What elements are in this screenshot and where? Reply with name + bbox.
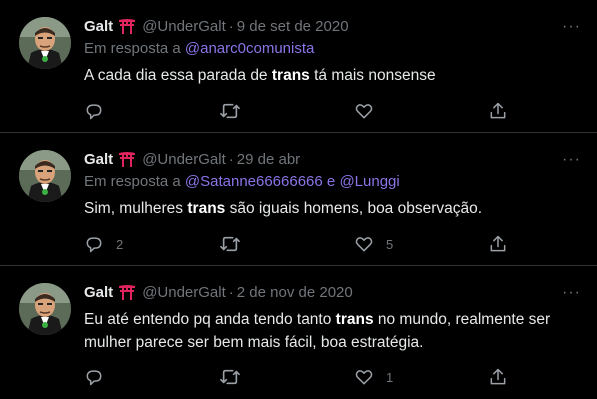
like-icon bbox=[355, 237, 373, 252]
avatar[interactable] bbox=[19, 150, 71, 202]
retweet-icon bbox=[220, 236, 240, 252]
tweet[interactable]: Galt @UnderGalt · 2 de nov de 2020 ··· E… bbox=[0, 266, 597, 399]
retweet-button[interactable] bbox=[219, 367, 253, 387]
tweet-text-highlight: trans bbox=[335, 311, 374, 328]
more-icon[interactable]: ··· bbox=[562, 284, 581, 302]
tweet-content: Galt @UnderGalt · 9 de set de 2020 ··· E… bbox=[84, 14, 581, 87]
reply-button[interactable]: 2 bbox=[84, 234, 123, 254]
like-count: 5 bbox=[386, 236, 394, 252]
more-icon[interactable]: ··· bbox=[562, 151, 581, 169]
tweet-date[interactable]: 2 de nov de 2020 bbox=[237, 284, 353, 301]
tweet-text-after: tá mais nonsense bbox=[309, 67, 436, 84]
reply-icon bbox=[86, 104, 102, 120]
reply-button[interactable] bbox=[84, 101, 116, 121]
tweet-date[interactable]: 29 de abr bbox=[237, 151, 300, 168]
tweet-header: Galt @UnderGalt · 9 de set de 2020 bbox=[84, 14, 581, 38]
tweet-text-after: são iguais homens, boa observação. bbox=[225, 200, 483, 217]
tweet-header: Galt @UnderGalt · 29 de abr bbox=[84, 147, 581, 171]
reply-context: Em resposta a @Satanne66666666 e @Lunggi bbox=[84, 171, 581, 193]
reply-icon bbox=[86, 370, 102, 386]
torii-gate-icon bbox=[118, 18, 136, 34]
mention-join: e bbox=[322, 173, 340, 190]
retweet-button[interactable] bbox=[219, 234, 253, 254]
tweet-content: Galt @UnderGalt · 29 de abr ··· Em respo… bbox=[84, 147, 581, 220]
tweet-text: A cada dia essa parada de trans tá mais … bbox=[84, 64, 579, 87]
share-icon bbox=[490, 235, 506, 252]
tweet-feed: Galt @UnderGalt · 9 de set de 2020 ··· E… bbox=[0, 0, 597, 399]
reply-context: Em resposta a @anarc0comunista bbox=[84, 38, 581, 60]
tweet-actions bbox=[84, 101, 514, 123]
mention-link[interactable]: @Satanne66666666 bbox=[185, 173, 323, 190]
retweet-icon bbox=[220, 103, 240, 119]
reply-count: 2 bbox=[116, 236, 124, 252]
more-icon[interactable]: ··· bbox=[562, 18, 581, 36]
tweet-text: Eu até entendo pq anda tendo tanto trans… bbox=[84, 308, 579, 354]
separator-dot: · bbox=[228, 17, 234, 35]
like-button[interactable]: 5 bbox=[354, 234, 393, 254]
display-name[interactable]: Galt bbox=[84, 284, 113, 301]
share-button[interactable] bbox=[488, 234, 508, 254]
tweet-text-before: A cada dia essa parada de bbox=[84, 67, 272, 84]
reply-icon bbox=[86, 237, 102, 253]
tweet-actions: 1 bbox=[84, 367, 514, 389]
mention-link[interactable]: @Lunggi bbox=[339, 173, 399, 190]
display-name[interactable]: Galt bbox=[84, 151, 113, 168]
user-handle[interactable]: @UnderGalt bbox=[142, 18, 226, 35]
like-count: 1 bbox=[386, 369, 394, 385]
tweet-text-before: Sim, mulheres bbox=[84, 200, 188, 217]
avatar-image bbox=[19, 283, 71, 335]
like-icon bbox=[355, 104, 373, 119]
share-icon bbox=[490, 368, 506, 385]
share-button[interactable] bbox=[488, 367, 508, 387]
tweet-date[interactable]: 9 de set de 2020 bbox=[237, 18, 349, 35]
torii-gate-icon bbox=[118, 151, 136, 167]
tweet-header: Galt @UnderGalt · 2 de nov de 2020 bbox=[84, 280, 581, 304]
tweet-text-highlight: trans bbox=[187, 200, 226, 217]
like-button[interactable]: 1 bbox=[354, 367, 393, 387]
tweet-content: Galt @UnderGalt · 2 de nov de 2020 ··· E… bbox=[84, 280, 581, 354]
retweet-button[interactable] bbox=[219, 101, 253, 121]
mention-link[interactable]: @anarc0comunista bbox=[185, 40, 314, 57]
reply-prefix: Em resposta a bbox=[84, 40, 181, 57]
reply-button[interactable] bbox=[84, 367, 116, 387]
avatar-image bbox=[19, 150, 71, 202]
user-handle[interactable]: @UnderGalt bbox=[142, 151, 226, 168]
tweet[interactable]: Galt @UnderGalt · 29 de abr ··· Em respo… bbox=[0, 133, 597, 266]
tweet-actions: 2 5 bbox=[84, 234, 514, 256]
tweet-text: Sim, mulheres trans são iguais homens, b… bbox=[84, 197, 579, 220]
separator-dot: · bbox=[228, 283, 234, 301]
user-handle[interactable]: @UnderGalt bbox=[142, 284, 226, 301]
avatar-image bbox=[19, 17, 71, 69]
reply-prefix: Em resposta a bbox=[84, 173, 181, 190]
tweet-text-before: Eu até entendo pq anda tendo tanto bbox=[84, 311, 336, 328]
tweet[interactable]: Galt @UnderGalt · 9 de set de 2020 ··· E… bbox=[0, 0, 597, 133]
like-icon bbox=[355, 370, 373, 385]
separator-dot: · bbox=[228, 150, 234, 168]
avatar[interactable] bbox=[19, 283, 71, 335]
retweet-icon bbox=[220, 369, 240, 385]
tweet-text-highlight: trans bbox=[271, 67, 310, 84]
display-name[interactable]: Galt bbox=[84, 18, 113, 35]
share-button[interactable] bbox=[488, 101, 508, 121]
like-button[interactable] bbox=[354, 101, 386, 121]
avatar[interactable] bbox=[19, 17, 71, 69]
share-icon bbox=[490, 102, 506, 119]
torii-gate-icon bbox=[118, 284, 136, 300]
